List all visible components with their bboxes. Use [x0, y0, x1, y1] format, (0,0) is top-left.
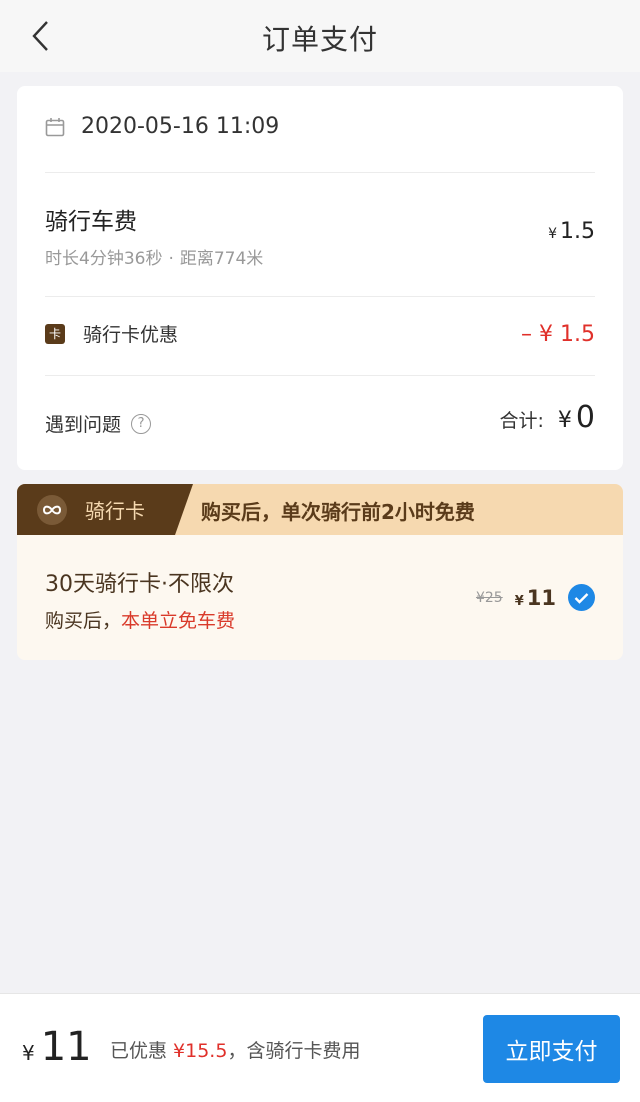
pass-tag-label: 骑行卡	[85, 499, 145, 523]
card-icon: 卡	[45, 323, 65, 344]
total-label: 合计:	[499, 410, 544, 432]
order-total: 合计: ¥ 0	[500, 400, 596, 435]
divider	[45, 296, 595, 297]
infinity-icon	[37, 495, 67, 525]
report-problem-link[interactable]: 遇到问题 ?	[45, 410, 152, 437]
pass-sub-highlight: 本单立免车费	[121, 610, 236, 632]
original-price: ¥25	[475, 589, 503, 606]
pass-tag: 骑行卡	[17, 484, 193, 535]
order-datetime: 2020-05-16 11:09	[81, 114, 280, 139]
payment-bar: ¥ 11 已优惠 ¥15.5，含骑行卡费用 立即支付	[0, 993, 640, 1102]
pass-title: 30天骑行卡·不限次	[45, 572, 234, 597]
ride-duration: 时长4分钟36秒	[45, 249, 163, 269]
fee-value: 1.5	[560, 219, 595, 244]
page-title: 订单支付	[261, 23, 378, 56]
fee-details: 时长4分钟36秒 · 距离774米	[45, 244, 263, 269]
pass-subtitle: 购买后，本单立免车费	[45, 606, 235, 633]
fee-title: 骑行车费	[45, 209, 137, 235]
current-price: ¥11	[515, 586, 556, 610]
pay-now-button[interactable]: 立即支付	[483, 1015, 620, 1083]
pass-banner: 骑行卡 购买后，单次骑行前2小时免费	[17, 484, 623, 535]
pass-banner-text: 购买后，单次骑行前2小时免费	[201, 500, 475, 524]
pay-amount: ¥ 11	[22, 1024, 92, 1070]
price-value: 11	[526, 585, 556, 610]
discount-amount: – ¥ 1.5	[521, 322, 595, 347]
order-card: 2020-05-16 11:09 骑行车费 时长4分钟36秒 · 距离774米 ¥1…	[17, 86, 623, 470]
check-icon[interactable]	[568, 584, 595, 611]
yen-symbol: ¥	[548, 226, 557, 242]
separator: ·	[168, 249, 174, 269]
discount-label: 骑行卡优惠	[83, 324, 179, 346]
yen-symbol: ¥	[557, 408, 572, 433]
ride-distance: 距离774米	[179, 249, 264, 269]
saved-info: 已优惠 ¥15.5，含骑行卡费用	[110, 1036, 360, 1063]
pass-price: ¥25 ¥11	[476, 584, 595, 611]
saved-prefix: 已优惠	[110, 1040, 174, 1062]
order-date-row: 2020-05-16 11:09	[45, 114, 279, 139]
saved-suffix: ，含骑行卡费用	[227, 1040, 361, 1062]
divider	[45, 375, 595, 376]
yen-symbol: ¥	[22, 1041, 35, 1065]
ride-pass-card[interactable]: 骑行卡 购买后，单次骑行前2小时免费 30天骑行卡·不限次 购买后，本单立免车费…	[17, 484, 623, 660]
problem-label: 遇到问题	[45, 414, 122, 436]
nav-bar: 订单支付	[0, 0, 640, 72]
divider	[45, 172, 595, 173]
fee-amount: ¥1.5	[548, 219, 595, 244]
pay-value: 11	[40, 1024, 92, 1070]
yen-symbol: ¥	[514, 593, 524, 609]
total-value: 0	[575, 400, 595, 435]
saved-amount: ¥15.5	[173, 1040, 228, 1062]
calendar-icon	[45, 117, 65, 136]
help-icon: ?	[131, 413, 152, 434]
discount-row: 卡 骑行卡优惠	[45, 320, 178, 347]
pass-sub-prefix: 购买后，	[45, 610, 122, 632]
